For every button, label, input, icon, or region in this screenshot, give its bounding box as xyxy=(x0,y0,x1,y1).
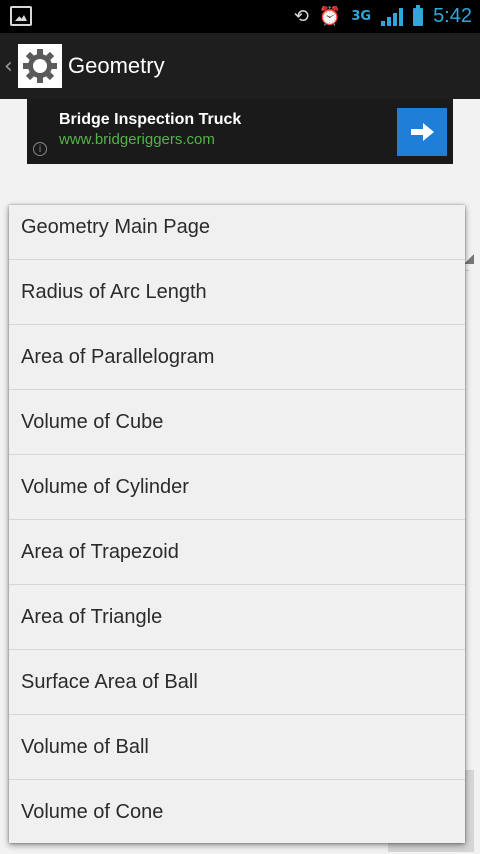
info-icon[interactable]: i xyxy=(33,142,47,156)
rotate-icon: ⟲ xyxy=(293,5,309,27)
alarm-icon: ⏰ xyxy=(318,5,342,27)
dropdown-item-volume-of-cone[interactable]: Volume of Cone xyxy=(9,780,465,845)
3g-icon: 3G xyxy=(351,9,372,24)
dropdown-item-volume-of-cube[interactable]: Volume of Cube xyxy=(9,390,465,455)
arrow-right-icon xyxy=(411,123,434,141)
gear-icon xyxy=(23,49,57,83)
spinner-arrow-icon[interactable] xyxy=(464,254,474,264)
status-icons: ⟲ ⏰ 3G 5:42 xyxy=(294,0,472,33)
signal-icon xyxy=(381,7,404,26)
app-home-button[interactable] xyxy=(18,44,62,88)
ad-go-button[interactable] xyxy=(397,108,447,156)
dropdown-item-area-of-parallelogram[interactable]: Area of Parallelogram xyxy=(9,325,465,390)
page-title: Geometry xyxy=(68,53,165,78)
dropdown-item-surface-area-of-ball[interactable]: Surface Area of Ball xyxy=(9,650,465,715)
dropdown-item-area-of-triangle[interactable]: Area of Triangle xyxy=(9,585,465,650)
image-icon xyxy=(10,6,32,26)
ad-banner[interactable]: Bridge Inspection Truck www.bridgerigger… xyxy=(27,99,453,164)
dropdown-item-volume-of-ball[interactable]: Volume of Ball xyxy=(9,715,465,780)
dropdown-item-radius-of-arc-length[interactable]: Radius of Arc Length xyxy=(9,260,465,325)
battery-icon xyxy=(413,4,424,26)
dropdown-menu: Geometry Main Page Radius of Arc Length … xyxy=(9,205,465,843)
status-bar: ⟲ ⏰ 3G 5:42 xyxy=(0,0,480,33)
action-bar: ‹ Geometry xyxy=(0,33,480,99)
status-time: 5:42 xyxy=(433,5,472,27)
ad-url[interactable]: www.bridgeriggers.com xyxy=(59,131,215,148)
dropdown-item-area-of-trapezoid[interactable]: Area of Trapezoid xyxy=(9,520,465,585)
dropdown-item-geometry-main-page[interactable]: Geometry Main Page xyxy=(9,205,465,260)
dropdown-item-volume-of-cylinder[interactable]: Volume of Cylinder xyxy=(9,455,465,520)
ad-title[interactable]: Bridge Inspection Truck xyxy=(59,111,241,129)
chevron-left-icon[interactable]: ‹ xyxy=(4,54,16,79)
